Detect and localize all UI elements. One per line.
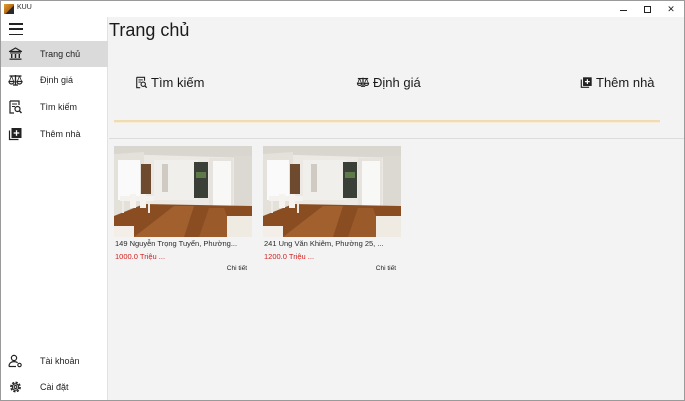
maximize-button[interactable]: [635, 1, 659, 17]
scale-icon: [356, 77, 370, 87]
search-document-icon: [136, 76, 148, 88]
search-document-icon: [9, 100, 22, 114]
bank-icon: [8, 47, 23, 60]
account-icon: [8, 354, 22, 368]
app-window: KUU ✕ Trang chủ Định giá Tìm kiếm Thêm n…: [0, 0, 685, 401]
listing-photo: [263, 146, 401, 237]
quick-search-label: Tìm kiếm: [151, 74, 205, 90]
sidebar-item-account[interactable]: Tài khoản: [1, 348, 108, 374]
add-box-icon: [580, 76, 592, 88]
quick-actions-bar: Tìm kiếm Định giá Thêm nhà: [114, 57, 659, 105]
page-title: Trang chủ: [109, 20, 190, 40]
hamburger-menu-button[interactable]: [9, 23, 23, 35]
sidebar-item-add-house[interactable]: Thêm nhà: [1, 121, 108, 147]
quick-search-button[interactable]: Tìm kiếm: [135, 73, 204, 91]
listing-price: 1000.0 Triệu ...: [115, 252, 166, 261]
title-bar: KUU ✕: [1, 1, 684, 17]
sidebar-item-label: Thêm nhà: [40, 129, 81, 139]
quick-pricing-button[interactable]: Định giá: [356, 73, 421, 91]
quick-pricing-label: Định giá: [373, 74, 421, 90]
listing-card[interactable]: 149 Nguyễn Trọng Tuyển, Phường... 1000.0…: [114, 146, 252, 276]
sidebar-item-label: Cài đặt: [40, 382, 69, 392]
app-logo-icon: [4, 4, 14, 14]
listing-price: 1200.0 Triệu ...: [264, 252, 315, 261]
main-content: Trang chủ Tìm kiếm Định giá Thêm nhà 149…: [109, 17, 684, 400]
quick-add-house-label: Thêm nhà: [596, 74, 655, 90]
accent-divider-shadow: [114, 122, 660, 123]
minimize-icon: [619, 9, 627, 11]
sidebar-item-label: Tài khoản: [40, 356, 80, 366]
sidebar-item-home[interactable]: Trang chủ: [1, 41, 108, 67]
sidebar-item-label: Tìm kiếm: [40, 102, 77, 112]
listing-address: 149 Nguyễn Trọng Tuyển, Phường...: [115, 239, 238, 248]
section-divider: [109, 138, 684, 139]
sidebar-item-label: Trang chủ: [40, 49, 81, 59]
sidebar-item-settings[interactable]: Cài đặt: [1, 374, 108, 400]
close-button[interactable]: ✕: [659, 1, 683, 17]
sidebar: Trang chủ Định giá Tìm kiếm Thêm nhà Tài…: [1, 17, 108, 400]
listing-card[interactable]: 241 Ung Văn Khiêm, Phường 25, ... 1200.0…: [263, 146, 401, 276]
listing-address: 241 Ung Văn Khiêm, Phường 25, ...: [264, 239, 384, 248]
minimize-button[interactable]: [611, 1, 635, 17]
add-box-icon: [8, 128, 22, 141]
sidebar-item-search[interactable]: Tìm kiếm: [1, 94, 108, 120]
listing-detail-link[interactable]: Chi tiết: [227, 265, 247, 272]
settings-icon: [10, 381, 21, 393]
window-title: KUU: [17, 4, 32, 11]
maximize-icon: [643, 5, 651, 13]
listing-photo: [114, 146, 252, 237]
listing-detail-link[interactable]: Chi tiết: [376, 265, 396, 272]
scale-icon: [8, 75, 23, 86]
sidebar-item-pricing[interactable]: Định giá: [1, 67, 108, 93]
sidebar-item-label: Định giá: [40, 75, 74, 85]
quick-add-house-button[interactable]: Thêm nhà: [580, 73, 655, 91]
